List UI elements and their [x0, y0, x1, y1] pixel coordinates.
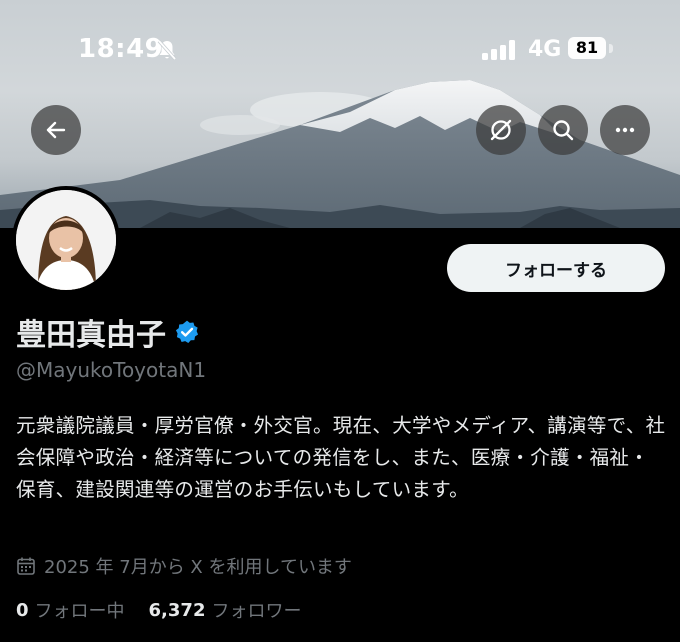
handle: @MayukoToyotaN1: [16, 358, 207, 382]
status-bar: 18:49 4G 81: [0, 0, 680, 100]
following-label[interactable]: フォロー中: [35, 597, 125, 623]
grok-icon: [490, 119, 512, 141]
more-options-button[interactable]: [600, 105, 650, 155]
grok-button[interactable]: [476, 105, 526, 155]
status-time: 18:49: [78, 34, 164, 64]
back-arrow-icon: [46, 121, 66, 139]
network-type: 4G: [528, 37, 562, 62]
follow-button[interactable]: フォローする: [447, 244, 665, 292]
signal-icon: [482, 40, 515, 60]
bell-slash-icon: [157, 39, 177, 61]
follow-stats: 0 フォロー中 6,372 フォロワー: [16, 596, 325, 624]
more-icon: [615, 127, 635, 133]
followers-label[interactable]: フォロワー: [211, 597, 301, 623]
avatar[interactable]: [12, 186, 120, 294]
avatar-photo: [16, 190, 116, 290]
back-button[interactable]: [31, 105, 81, 155]
battery-icon: 81: [568, 37, 614, 61]
following-count[interactable]: 0: [16, 600, 29, 621]
joined-date: 2025 年 7月から X を利用しています: [16, 552, 352, 580]
search-button[interactable]: [538, 105, 588, 155]
verified-badge-icon[interactable]: [174, 319, 200, 345]
search-icon: [553, 120, 574, 141]
calendar-icon: [17, 557, 35, 575]
display-name: 豊田真由子: [16, 318, 166, 353]
name-row: 豊田真由子: [16, 312, 200, 353]
profile-bio: 元衆議院議員・厚労官僚・外交官。現在、大学やメディア、講演等で、社会保障や政治・…: [16, 414, 666, 501]
joined-text: 2025 年 7月から X を利用しています: [44, 557, 352, 578]
followers-count[interactable]: 6,372: [149, 600, 206, 621]
battery-level: 81: [568, 37, 606, 59]
